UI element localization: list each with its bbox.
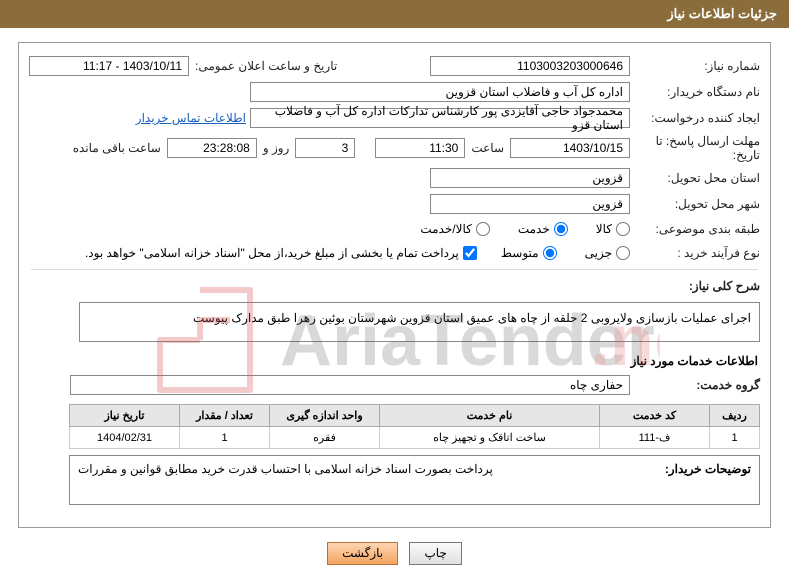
th-qty: تعداد / مقدار: [180, 405, 270, 427]
details-panel: شماره نیاز: 1103003203000646 تاریخ و ساع…: [18, 42, 771, 528]
days-label: روز و: [257, 141, 296, 155]
delivery-province-label: استان محل تحویل:: [630, 171, 760, 185]
category-goods-service[interactable]: کالا/خدمت: [420, 222, 489, 236]
category-service[interactable]: خدمت: [518, 222, 568, 236]
buyer-contact-link[interactable]: اطلاعات تماس خریدار: [136, 111, 250, 125]
services-table: ردیف کد خدمت نام خدمت واحد اندازه گیری ت…: [69, 404, 760, 449]
radio-medium[interactable]: [543, 246, 557, 260]
deadline-date-field: 1403/10/15: [510, 138, 630, 158]
radio-goods-service[interactable]: [476, 222, 490, 236]
divider: [31, 269, 758, 270]
time-label: ساعت: [465, 141, 510, 155]
announce-date-field: 1403/10/11 - 11:17: [29, 56, 189, 76]
service-group-field: حفاری چاه: [70, 375, 630, 395]
page-title: جزئیات اطلاعات نیاز: [667, 6, 777, 21]
th-name: نام خدمت: [380, 405, 600, 427]
delivery-city-field: قزوین: [430, 194, 630, 214]
print-button[interactable]: چاپ: [409, 542, 461, 565]
services-section-header: اطلاعات خدمات مورد نیاز: [19, 346, 770, 372]
delivery-city-label: شهر محل تحویل:: [630, 197, 760, 211]
page-header: جزئیات اطلاعات نیاز: [0, 0, 789, 28]
payment-treasury-checkbox[interactable]: پرداخت تمام یا بخشی از مبلغ خرید،از محل …: [85, 246, 477, 260]
td-code: ف-111: [600, 427, 710, 449]
buyer-org-label: نام دستگاه خریدار:: [630, 85, 760, 99]
back-button[interactable]: بازگشت: [327, 542, 398, 565]
radio-minor[interactable]: [616, 246, 630, 260]
requester-label: ایجاد کننده درخواست:: [630, 111, 760, 125]
delivery-province-field: قزوین: [430, 168, 630, 188]
category-goods[interactable]: کالا: [596, 222, 630, 236]
table-header-row: ردیف کد خدمت نام خدمت واحد اندازه گیری ت…: [70, 405, 760, 427]
td-row: 1: [710, 427, 760, 449]
requester-field: محمدجواد حاجی آقایزدی پور کارشناس تدارکا…: [250, 108, 630, 128]
deadline-label: مهلت ارسال پاسخ: تا تاریخ:: [630, 134, 760, 162]
announce-label: تاریخ و ساعت اعلان عمومی:: [189, 59, 343, 73]
table-row: 1 ف-111 ساخت اتاقک و تجهیز چاه فقره 1 14…: [70, 427, 760, 449]
td-qty: 1: [180, 427, 270, 449]
checkbox-treasury[interactable]: [463, 246, 477, 260]
th-unit: واحد اندازه گیری: [270, 405, 380, 427]
need-number-label: شماره نیاز:: [630, 59, 760, 73]
radio-service[interactable]: [554, 222, 568, 236]
process-medium[interactable]: متوسط: [501, 246, 557, 260]
th-row: ردیف: [710, 405, 760, 427]
process-radio-group: جزیی متوسط: [501, 246, 630, 260]
service-group-label: گروه خدمت:: [630, 378, 760, 392]
countdown-field: 23:28:08: [167, 138, 257, 158]
td-unit: فقره: [270, 427, 380, 449]
td-date: 1404/02/31: [70, 427, 180, 449]
category-label: طبقه بندی موضوعی:: [630, 222, 760, 236]
remaining-label: ساعت باقی مانده: [67, 141, 167, 155]
category-radio-group: کالا خدمت کالا/خدمت: [420, 222, 630, 236]
process-type-label: نوع فرآیند خرید :: [630, 246, 760, 260]
process-minor[interactable]: جزیی: [585, 246, 630, 260]
overview-text: اجرای عملیات بازسازی ولایروبی 2 حلقه از …: [79, 302, 760, 342]
need-number-field: 1103003203000646: [430, 56, 630, 76]
button-row: چاپ بازگشت: [0, 542, 789, 565]
deadline-time-field: 11:30: [375, 138, 465, 158]
buyer-notes-text: پرداخت بصورت اسناد خزانه اسلامی با احتسا…: [78, 462, 631, 498]
days-remaining-field: 3: [295, 138, 355, 158]
radio-goods[interactable]: [616, 222, 630, 236]
td-name: ساخت اتاقک و تجهیز چاه: [380, 427, 600, 449]
th-date: تاریخ نیاز: [70, 405, 180, 427]
buyer-notes-label: توضیحات خریدار:: [631, 462, 751, 498]
buyer-org-field: اداره کل آب و فاضلاب استان قزوین: [250, 82, 630, 102]
th-code: کد خدمت: [600, 405, 710, 427]
buyer-notes-box: توضیحات خریدار: پرداخت بصورت اسناد خزانه…: [69, 455, 760, 505]
overview-label: شرح کلی نیاز:: [630, 279, 760, 293]
